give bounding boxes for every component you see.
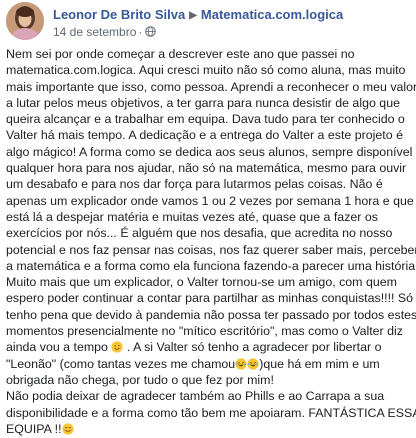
globe-icon[interactable] (145, 26, 157, 37)
post-text-line: disponibilidade e a forma como tão bem m… (6, 405, 416, 420)
post-text-line: queira alcançar e a trabalhar em equipa.… (6, 112, 405, 127)
post-text-line: a matemática e a forma como ela funciona… (6, 258, 416, 273)
post-text-line: mais importante que isso, como pessoa. A… (6, 79, 416, 94)
avatar-photo-icon (6, 2, 44, 40)
post-text-line: Valter há mais tempo. A dedicação e a en… (6, 128, 403, 143)
slightly-smiling-face-emoji (111, 341, 124, 353)
post-header: Leonor De Brito Silva ▶ Matematica.com.log… (6, 2, 410, 46)
post-text-line: ainda vou a tempo . A si Valter só tenho… (6, 340, 382, 355)
post-text-line: Muito mais que um explicador, o Valter t… (6, 275, 397, 290)
post-text-line: algo mágico! A forma como se dedica aos … (6, 144, 416, 159)
post-text-line: "Leonão" (como tantas vezes me chamou )qu… (6, 356, 410, 372)
triangle-right-icon: ▶ (189, 10, 197, 21)
meta-separator: · (138, 25, 143, 39)
post-title: Leonor De Brito Silva ▶ Matematica.com.log… (53, 7, 343, 25)
post-text-fragment: )que há em mim e um (259, 356, 380, 371)
post-text-line: EQUIPA !! (6, 421, 410, 437)
post-text-fragment: A si Valter só tenho a agradecer por lib… (133, 340, 382, 355)
facebook-post: Leonor De Brito Silva ▶ Matematica.com.log… (0, 0, 416, 438)
avatar[interactable] (6, 2, 44, 40)
post-text-fragment: ainda vou a tempo (6, 340, 108, 355)
post-text-fragment: "Leonão" (como tantas vezes me chamou (6, 356, 236, 371)
rolling-on-floor-laughing-emoji (247, 358, 259, 370)
post-text-line: está lá a despejar matéria e muitas veze… (6, 209, 378, 224)
post-text-line: Nem sei por onde começar a descrever est… (6, 47, 355, 61)
post-text-line: Não podia deixar de agradecer também ao … (6, 389, 385, 404)
post-text-line: matematica.com.logica. Aqui cresci muito… (6, 63, 406, 78)
post-text-line: espero poder continuar a contar para par… (6, 291, 414, 306)
post-text-line: um desabafo e para nos dar força para lu… (6, 177, 383, 192)
post-text-line: potencial e nos faz pensar nas coisas, n… (6, 242, 416, 257)
author-name-link[interactable]: Leonor De Brito Silva (53, 7, 185, 22)
post-text-fragment: EQUIPA !! (6, 421, 62, 436)
post-text-line: tenho pena que devido à pandemia não pos… (6, 307, 416, 322)
post-text-line: exercícios por nós... É alguém que nos d… (6, 226, 393, 241)
post-body: Nem sei por onde começar a descrever est… (6, 46, 416, 437)
post-meta: 14 de setembro · (53, 25, 157, 39)
post-date-link[interactable]: 14 de setembro (53, 25, 136, 39)
smiling-face-with-smiling-eyes-emoji (61, 423, 74, 435)
rolling-on-floor-laughing-emoji (235, 358, 247, 370)
post-text-line: qualquer hora para nos ajudar, não só na… (6, 161, 407, 176)
post-text-line: momentos presencialmente no "mítico escr… (6, 324, 403, 339)
post-text-line: a lutar pelos meus objetivos, a ter garr… (6, 95, 400, 110)
post-text-line: obrigada não chega, por tudo o que fez p… (6, 372, 274, 387)
post-text-line: apenas um explicador onde vamos 1 ou 2 v… (6, 193, 414, 208)
group-name-link[interactable]: Matematica.com.logica (201, 7, 343, 22)
